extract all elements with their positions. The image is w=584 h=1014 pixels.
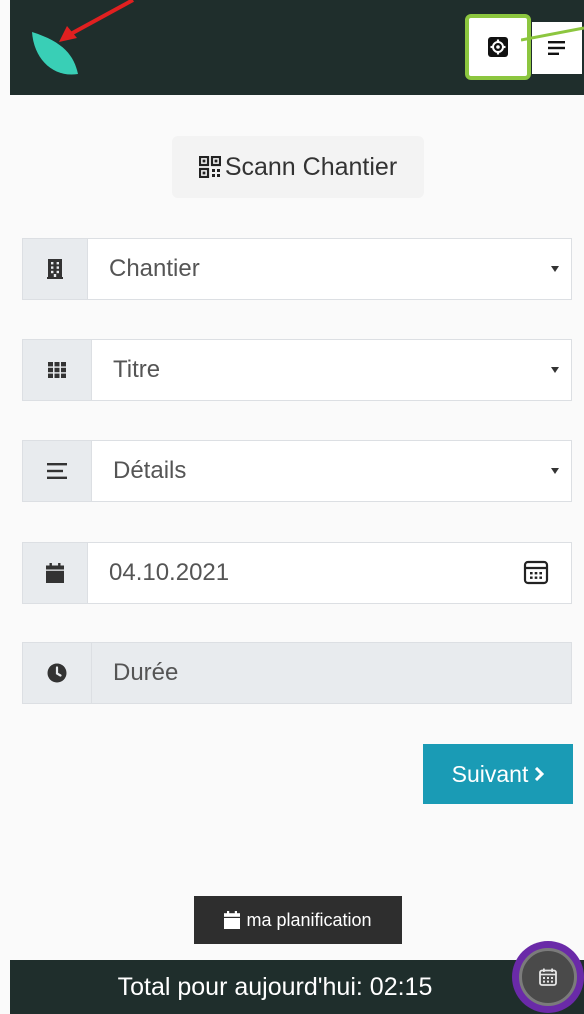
date-field: 04.10.2021 — [22, 542, 572, 604]
footer-bar: Total pour aujourd'hui: 02:15 — [10, 960, 584, 1014]
chantier-field: Chantier — [22, 238, 572, 300]
date-value: 04.10.2021 — [109, 559, 230, 586]
titre-select[interactable]: Titre — [92, 339, 572, 401]
date-input[interactable]: 04.10.2021 — [88, 542, 572, 604]
align-left-icon — [47, 463, 67, 479]
next-button-label: Suivant — [451, 760, 529, 787]
grid-icon — [48, 362, 66, 378]
chevron-right-icon — [535, 767, 545, 781]
chevron-down-icon — [551, 367, 559, 373]
daily-total-text: Total pour aujourd'hui: 02:15 — [117, 972, 433, 1001]
titre-addon — [22, 339, 92, 401]
details-select[interactable]: Détails — [92, 440, 572, 502]
scan-chantier-label: Scann Chantier — [224, 152, 398, 181]
duree-field: Durée — [22, 642, 572, 704]
details-addon — [22, 440, 92, 502]
chevron-down-icon — [551, 468, 559, 474]
planning-button-label: ma planification — [246, 909, 372, 930]
building-icon — [47, 259, 63, 279]
planning-button[interactable]: ma planification — [194, 896, 402, 944]
next-button[interactable]: Suivant — [423, 744, 573, 804]
titre-placeholder: Titre — [113, 356, 161, 383]
menu-lines-icon — [548, 41, 565, 55]
details-field: Détails — [22, 440, 572, 502]
scan-chantier-button[interactable]: Scann Chantier — [172, 136, 424, 198]
annotation-line-icon — [521, 26, 584, 42]
clock-icon — [47, 663, 67, 683]
gear-icon — [488, 37, 508, 57]
calendar-picker-icon[interactable] — [523, 559, 549, 585]
titre-field: Titre — [22, 339, 572, 401]
chantier-addon — [22, 238, 88, 300]
chantier-placeholder: Chantier — [109, 255, 200, 282]
date-addon — [22, 542, 88, 604]
chantier-select[interactable]: Chantier — [88, 238, 572, 300]
calendar-icon — [539, 968, 557, 986]
duree-addon — [22, 642, 92, 704]
duree-placeholder: Durée — [113, 659, 179, 686]
qr-code-icon — [198, 156, 221, 178]
annotation-arrow-icon — [59, 0, 134, 42]
calendar-fab-button[interactable] — [512, 941, 584, 1013]
chevron-down-icon — [551, 266, 559, 272]
calendar-icon — [46, 563, 64, 583]
duree-input[interactable]: Durée — [92, 642, 572, 704]
details-placeholder: Détails — [113, 457, 187, 484]
calendar-icon — [224, 911, 241, 929]
